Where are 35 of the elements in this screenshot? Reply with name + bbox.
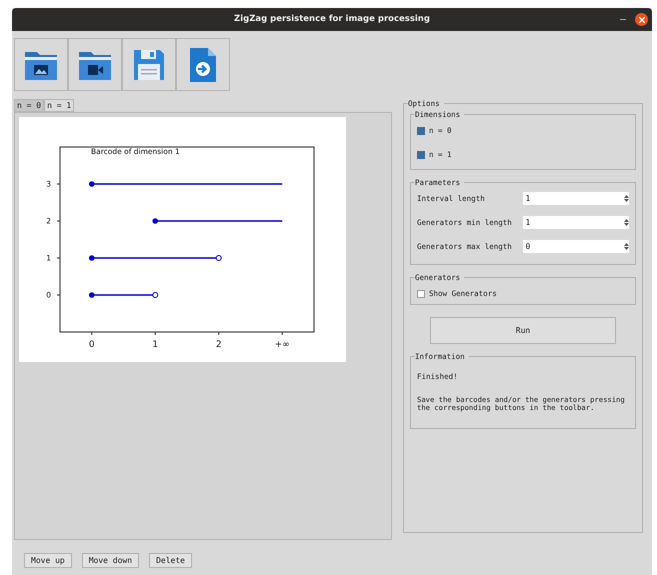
spin-field[interactable]: 1	[523, 216, 629, 229]
toolbar-button[interactable]	[14, 38, 68, 91]
x-tick-label: +∞	[274, 332, 290, 350]
spin-field[interactable]: 1	[523, 192, 629, 205]
x-tick-label: +∞	[274, 340, 290, 350]
checkbox[interactable]	[417, 126, 425, 135]
close-button[interactable]	[635, 13, 648, 26]
x-tick-label: 1	[152, 332, 158, 350]
x-tick-label: 0	[88, 332, 95, 350]
panel-button[interactable]: Move down	[82, 553, 140, 568]
spin-arrows-icon	[624, 218, 629, 227]
x-tick-label: 2	[216, 332, 222, 350]
document-arrow-icon	[188, 46, 218, 82]
field-value: 1	[525, 216, 530, 228]
panel-button[interactable]: Move up	[24, 553, 72, 568]
toolbar-button[interactable]	[68, 38, 122, 91]
window-title: ZigZag persistence for image processing	[234, 13, 430, 26]
point	[152, 218, 158, 224]
tab[interactable]: n = 0	[14, 99, 44, 112]
spin-arrows-icon	[624, 242, 629, 251]
x-tick-label: 2	[216, 340, 222, 350]
spin-arrows-icon	[624, 194, 629, 203]
field-value: 1	[525, 192, 530, 204]
x-tick-label: 1	[152, 340, 158, 350]
x-tick-label: 0	[88, 340, 95, 350]
panel-button[interactable]: Delete	[149, 553, 192, 568]
spin-field[interactable]: 0	[523, 240, 629, 253]
run-button[interactable]: Run	[430, 317, 616, 344]
checkbox[interactable]	[417, 290, 425, 298]
checkbox[interactable]	[417, 150, 425, 159]
barcode-interval	[88, 292, 158, 298]
tab[interactable]: n = 1	[44, 99, 74, 112]
point	[88, 181, 95, 187]
close-icon	[638, 16, 644, 22]
field-value: 0	[525, 240, 530, 252]
